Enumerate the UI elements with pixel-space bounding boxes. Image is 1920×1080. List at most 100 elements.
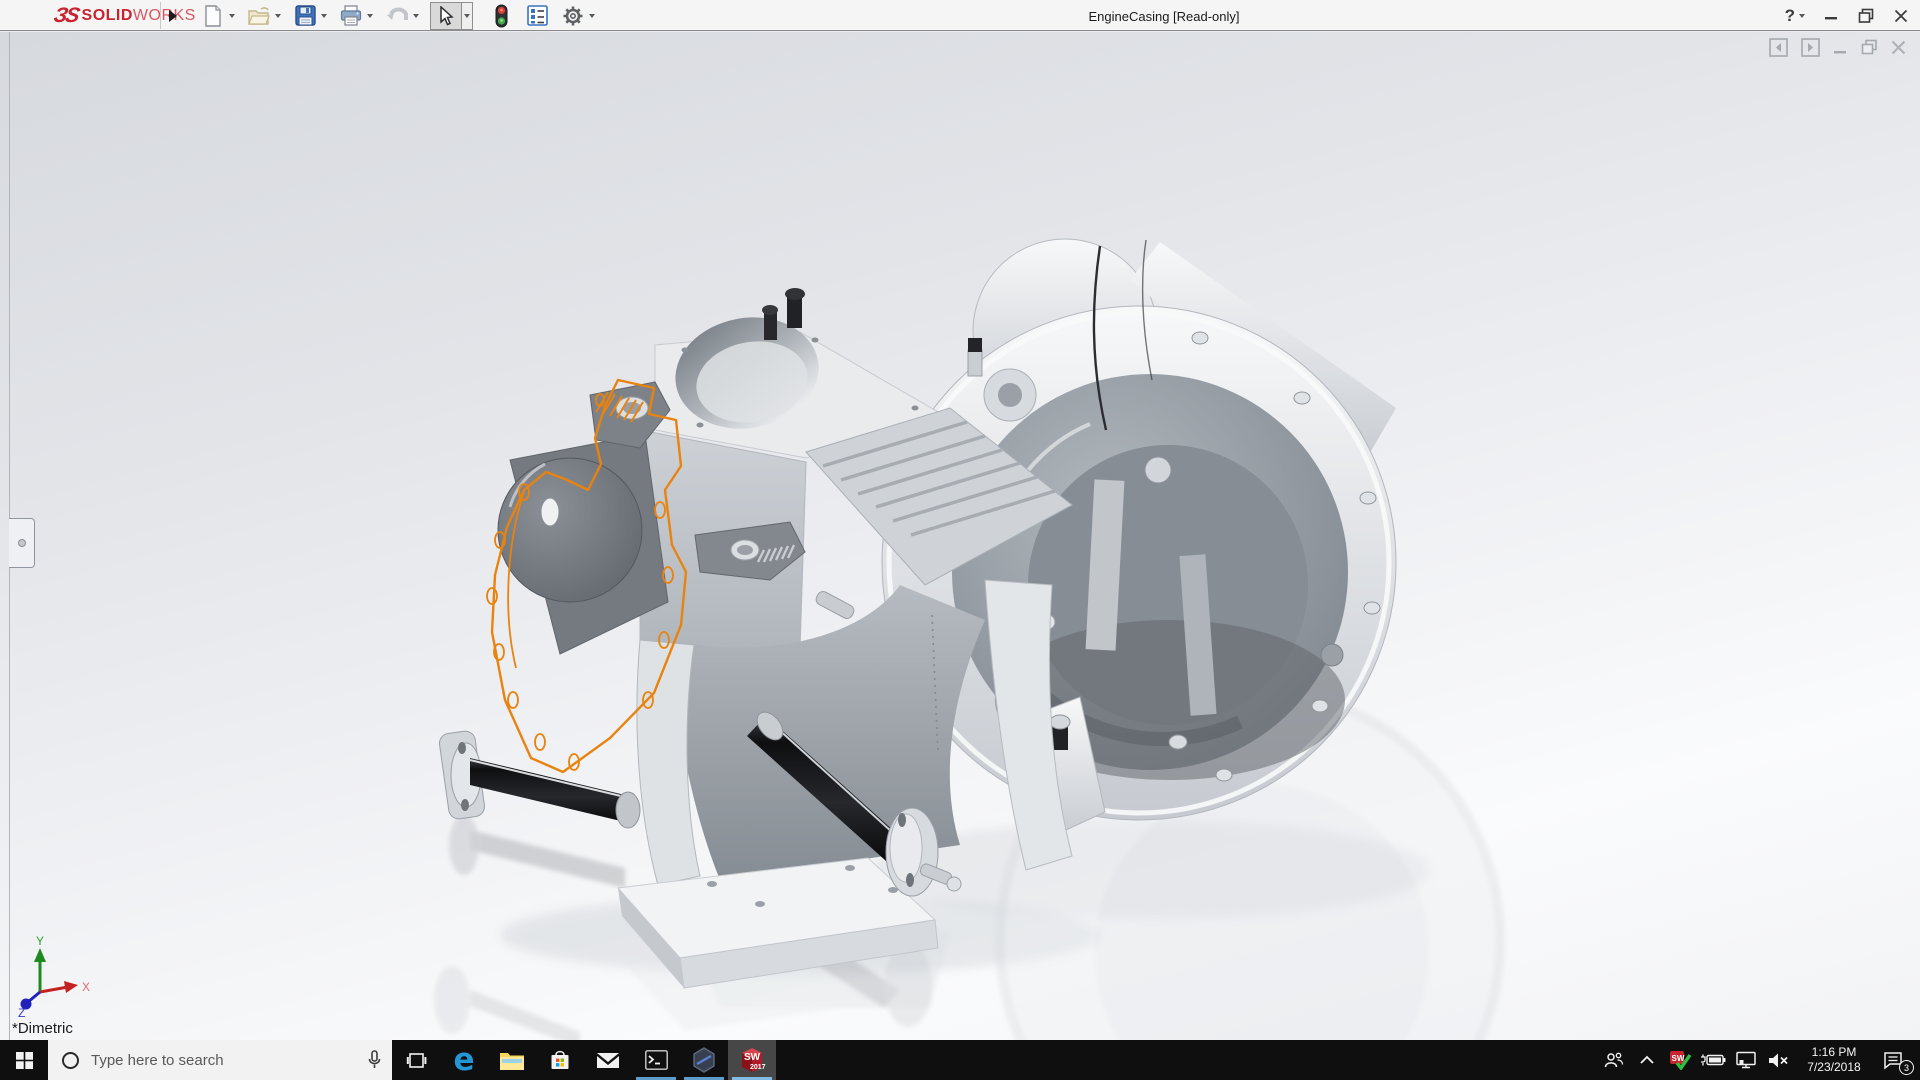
undo-dropdown[interactable] bbox=[410, 3, 421, 29]
network-button[interactable] bbox=[1733, 1040, 1759, 1080]
battery-button[interactable] bbox=[1700, 1040, 1726, 1080]
system-tray: SW bbox=[1601, 1040, 1920, 1080]
help-button[interactable]: ? bbox=[1785, 6, 1805, 26]
taskbar-edrawings-button[interactable] bbox=[680, 1040, 728, 1080]
taskbar-mail-button[interactable] bbox=[584, 1040, 632, 1080]
restore-icon bbox=[1858, 8, 1874, 24]
clock-time: 1:16 PM bbox=[1803, 1045, 1865, 1060]
solidworks-monitor-tray-button[interactable]: SW bbox=[1667, 1040, 1693, 1080]
chevron-down-icon bbox=[464, 14, 470, 18]
flyout-arrow-icon bbox=[169, 10, 177, 22]
left-shaft[interactable] bbox=[438, 730, 640, 828]
view-orientation-label: *Dimetric bbox=[12, 1020, 73, 1037]
command-prompt-icon bbox=[645, 1050, 668, 1070]
chevron-down-icon bbox=[367, 14, 373, 18]
minimize-button[interactable] bbox=[1822, 7, 1840, 25]
pane-forward-button[interactable] bbox=[1801, 38, 1820, 57]
quick-access-toolbar bbox=[200, 0, 606, 31]
taskbar-search[interactable] bbox=[48, 1040, 392, 1080]
brand-solid: SOLID bbox=[82, 7, 133, 25]
open-dropdown[interactable] bbox=[272, 3, 283, 29]
edge-icon: e bbox=[453, 1045, 474, 1076]
window-controls: ? bbox=[1785, 0, 1910, 31]
network-ethernet-icon bbox=[1735, 1051, 1757, 1069]
hidden-icons-button[interactable] bbox=[1634, 1040, 1660, 1080]
pane-back-button[interactable] bbox=[1769, 38, 1788, 57]
restore-document-button[interactable] bbox=[1861, 39, 1878, 56]
rebuild-traffic-light-icon bbox=[495, 4, 508, 28]
engine-casing-model[interactable] bbox=[0, 32, 1920, 1040]
undo-icon bbox=[385, 6, 409, 26]
file-explorer-icon bbox=[499, 1050, 525, 1071]
taskbar-store-button[interactable] bbox=[536, 1040, 584, 1080]
new-document-icon bbox=[203, 5, 223, 27]
close-document-button[interactable] bbox=[1891, 40, 1906, 55]
select-button[interactable] bbox=[430, 2, 462, 30]
battery-icon bbox=[1700, 1053, 1726, 1067]
collapsed-panel-tab[interactable] bbox=[9, 518, 35, 568]
chevron-down-icon bbox=[589, 14, 595, 18]
taskbar-command-prompt-button[interactable] bbox=[632, 1040, 680, 1080]
print-button[interactable] bbox=[338, 3, 364, 29]
options-button[interactable] bbox=[560, 3, 586, 29]
open-button[interactable] bbox=[246, 3, 272, 29]
taskbar-edge-button[interactable]: e bbox=[440, 1040, 488, 1080]
task-pane-properties-icon bbox=[527, 5, 548, 26]
dowel-pin[interactable] bbox=[814, 589, 856, 620]
clock-date: 7/23/2018 bbox=[1803, 1060, 1865, 1075]
people-button[interactable] bbox=[1601, 1040, 1627, 1080]
chevron-up-icon bbox=[1639, 1055, 1655, 1065]
save-button[interactable] bbox=[292, 3, 318, 29]
close-icon bbox=[1894, 9, 1908, 23]
save-dropdown[interactable] bbox=[318, 3, 329, 29]
chevron-down-icon bbox=[1799, 14, 1805, 18]
new-document-button[interactable] bbox=[200, 3, 226, 29]
select-cursor-icon bbox=[437, 6, 455, 26]
axis-z-label: Z bbox=[18, 1006, 25, 1018]
people-icon bbox=[1604, 1051, 1624, 1069]
panel-tab-handle-icon bbox=[18, 539, 26, 547]
title-bar: ЗS SOLIDWORKS bbox=[0, 0, 1920, 31]
minimize-document-button[interactable] bbox=[1833, 40, 1848, 55]
sw-icon-text: SW bbox=[744, 1052, 761, 1063]
task-pane-properties-button[interactable] bbox=[524, 3, 550, 29]
task-view-icon bbox=[406, 1051, 427, 1070]
volume-muted-icon bbox=[1768, 1052, 1790, 1069]
menu-flyout-button[interactable] bbox=[160, 2, 184, 29]
search-input[interactable] bbox=[79, 1052, 367, 1069]
chevron-down-icon bbox=[321, 14, 327, 18]
start-button[interactable] bbox=[0, 1040, 48, 1080]
microphone-icon[interactable] bbox=[367, 1050, 382, 1070]
taskbar-file-explorer-button[interactable] bbox=[488, 1040, 536, 1080]
restore-button[interactable] bbox=[1857, 7, 1875, 25]
rebuild-button[interactable] bbox=[488, 3, 514, 29]
options-dropdown[interactable] bbox=[586, 3, 597, 29]
print-dropdown[interactable] bbox=[364, 3, 375, 29]
open-icon bbox=[247, 6, 271, 26]
minimize-icon bbox=[1824, 9, 1838, 23]
notification-badge: 3 bbox=[1899, 1060, 1914, 1075]
options-gear-icon bbox=[562, 5, 584, 27]
save-icon bbox=[295, 5, 316, 26]
windows-start-icon bbox=[16, 1052, 33, 1069]
close-button[interactable] bbox=[1892, 7, 1910, 25]
windows-taskbar: e bbox=[0, 1040, 1920, 1080]
undo-button[interactable] bbox=[384, 3, 410, 29]
graphics-area[interactable]: Y X Z *Dimetric bbox=[0, 32, 1920, 1040]
solidworks-logo-mark-icon: ЗS bbox=[51, 4, 80, 28]
action-center-button[interactable]: 3 bbox=[1876, 1040, 1910, 1080]
taskbar-solidworks-button[interactable]: SW 2017 bbox=[728, 1040, 776, 1080]
print-icon bbox=[340, 5, 362, 26]
taskbar-clock[interactable]: 1:16 PM 7/23/2018 bbox=[1799, 1045, 1869, 1075]
cortana-search-icon bbox=[62, 1052, 79, 1069]
axis-y-label: Y bbox=[36, 934, 44, 948]
document-title: EngineCasing [Read-only] bbox=[1088, 9, 1239, 24]
task-view-button[interactable] bbox=[392, 1040, 440, 1080]
select-dropdown[interactable] bbox=[462, 2, 473, 30]
document-window-controls bbox=[1769, 38, 1906, 57]
sw-icon-year: 2017 bbox=[750, 1064, 766, 1071]
new-document-dropdown[interactable] bbox=[226, 3, 237, 29]
help-icon: ? bbox=[1785, 6, 1795, 26]
volume-button[interactable] bbox=[1766, 1040, 1792, 1080]
chevron-down-icon bbox=[413, 14, 419, 18]
